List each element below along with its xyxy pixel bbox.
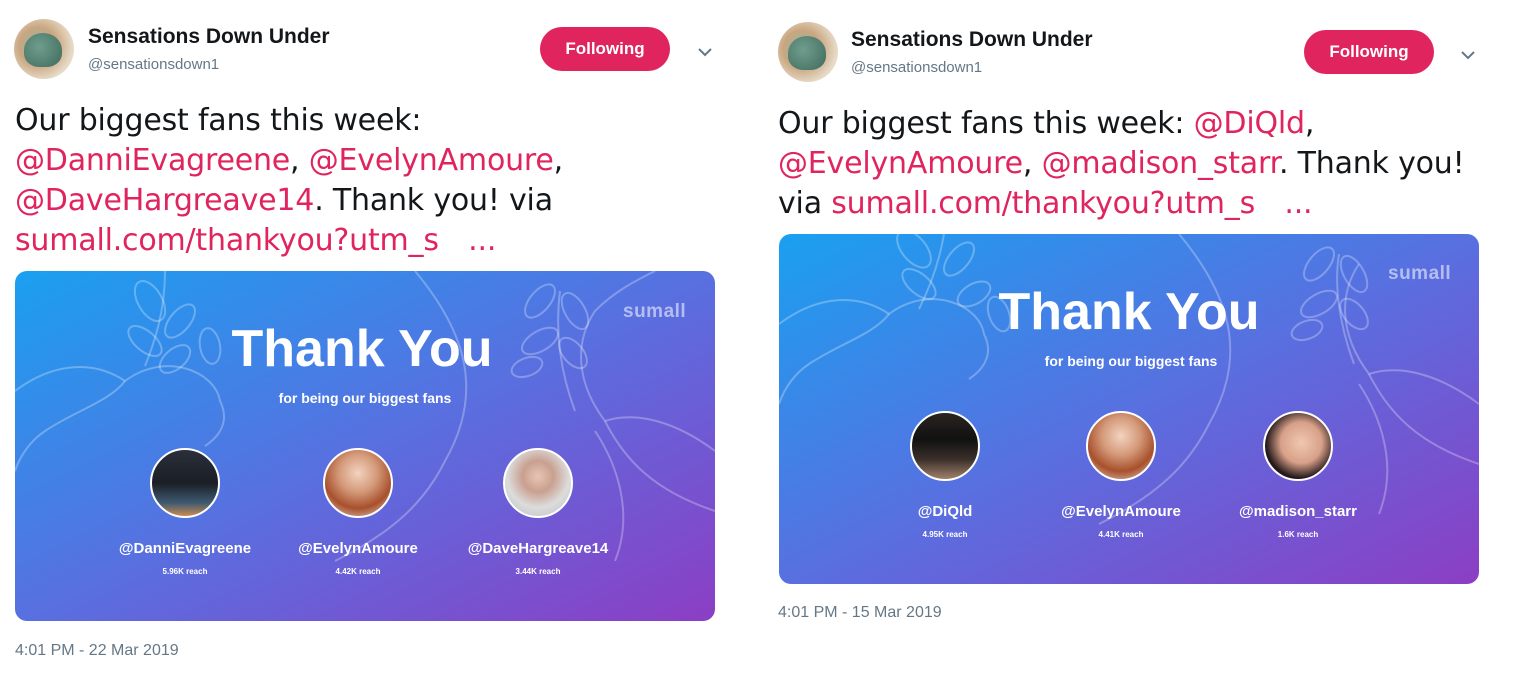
fan-avatar xyxy=(503,448,573,518)
thank-you-card[interactable]: sumall Thank You for being our biggest f… xyxy=(779,234,1479,584)
mention-link[interactable]: @DaveHargreave14 xyxy=(15,183,314,218)
tweet-text: Our biggest fans this week: @DiQld, @Eve… xyxy=(778,104,1498,224)
following-button[interactable]: Following xyxy=(540,27,670,71)
tweet-via: via xyxy=(778,186,822,221)
following-button[interactable]: Following xyxy=(1304,30,1434,74)
fan-avatar xyxy=(150,448,220,518)
url-link[interactable]: sumall.com/thankyou?utm_s xyxy=(15,223,439,258)
thank-you-subtitle: for being our biggest fans xyxy=(278,390,452,406)
fan-avatar xyxy=(1263,411,1333,481)
thank-you-subtitle: for being our biggest fans xyxy=(1044,353,1218,369)
fan-card: @madison_starr 1.6K reach xyxy=(1188,411,1408,539)
chevron-down-icon[interactable] xyxy=(694,41,716,63)
fan-reach: 1.6K reach xyxy=(1277,530,1319,539)
user-handle[interactable]: @sensationsdown1 xyxy=(88,56,219,73)
tweet-outro: . Thank you! xyxy=(1278,146,1465,181)
timestamp[interactable]: 4:01 PM - 22 Mar 2019 xyxy=(15,642,179,660)
mention-link[interactable]: @EvelynAmoure xyxy=(309,143,554,178)
mention-link[interactable]: @EvelynAmoure xyxy=(778,146,1023,181)
user-name[interactable]: Sensations Down Under xyxy=(88,25,330,49)
thank-you-title: Thank You xyxy=(998,283,1260,341)
tweet-outro: . Thank you! via xyxy=(314,183,553,218)
thank-you-card[interactable]: sumall Thank You for being our biggest f… xyxy=(15,271,715,621)
url-link[interactable]: sumall.com/thankyou?utm_s xyxy=(831,186,1255,221)
user-name[interactable]: Sensations Down Under xyxy=(851,28,1093,52)
chevron-down-icon[interactable] xyxy=(1457,44,1479,66)
separator: , xyxy=(553,143,564,178)
tweet-intro: Our biggest fans this week: xyxy=(15,103,422,138)
url-ellipsis[interactable]: ... xyxy=(468,223,496,258)
fan-reach: 3.44K reach xyxy=(515,567,561,576)
avatar[interactable] xyxy=(778,22,838,82)
separator: , xyxy=(1022,146,1033,181)
separator: , xyxy=(1304,106,1315,141)
separator: , xyxy=(290,143,300,178)
fan-avatar xyxy=(323,448,393,518)
fan-avatar xyxy=(910,411,980,481)
url-ellipsis[interactable]: ... xyxy=(1284,186,1312,221)
thank-you-title: Thank You xyxy=(231,320,493,378)
tweet: Sensations Down Under @sensationsdown1 F… xyxy=(0,0,715,684)
user-handle[interactable]: @sensationsdown1 xyxy=(851,59,982,76)
mention-link[interactable]: @madison_starr xyxy=(1042,146,1280,181)
fan-avatar xyxy=(1086,411,1156,481)
fan-name: @DaveHargreave14 xyxy=(467,540,609,557)
avatar[interactable] xyxy=(14,19,74,79)
fan-name: @madison_starr xyxy=(1238,503,1357,520)
tweet-intro: Our biggest fans this week: xyxy=(778,106,1185,141)
fan-card: @DaveHargreave14 3.44K reach xyxy=(428,448,648,576)
timestamp[interactable]: 4:01 PM - 15 Mar 2019 xyxy=(778,604,942,622)
tweet: Sensations Down Under @sensationsdown1 F… xyxy=(764,0,1479,684)
mention-link[interactable]: @DanniEvagreene xyxy=(15,143,290,178)
mention-link[interactable]: @DiQld xyxy=(1194,106,1305,141)
tweet-text: Our biggest fans this week: @DanniEvagre… xyxy=(15,101,735,261)
